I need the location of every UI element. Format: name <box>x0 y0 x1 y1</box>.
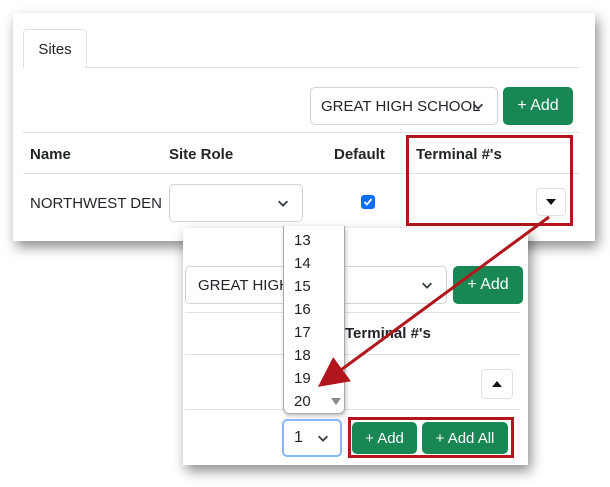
col-header-default: Default <box>334 146 385 163</box>
scroll-down-icon[interactable] <box>331 398 341 405</box>
school-select-value: GREAT HIGH SCHOOL <box>321 97 481 115</box>
dropdown-option[interactable]: 14 <box>294 255 311 272</box>
highlight-terminals-column <box>406 135 573 226</box>
dropdown-option[interactable]: 20 <box>294 393 311 410</box>
chevron-down-icon <box>318 435 328 442</box>
header-divider <box>23 132 579 133</box>
default-checkbox[interactable] <box>361 195 375 209</box>
row-divider <box>185 354 520 355</box>
terminal-number-value: 1 <box>294 429 303 446</box>
site-name: NORTHWEST DEN <box>30 195 162 212</box>
tab-sites[interactable]: Sites <box>23 29 87 68</box>
row-divider <box>185 409 520 410</box>
terminal-number-select[interactable]: 1 <box>282 419 342 457</box>
tab-sites-label: Sites <box>38 40 72 58</box>
header-divider <box>185 312 520 313</box>
tab-divider <box>85 67 579 68</box>
chevron-down-icon <box>278 200 288 207</box>
dropdown-option[interactable]: 13 <box>294 232 311 249</box>
terminal-number-dropdown[interactable]: 13 14 15 16 17 18 19 20 <box>283 226 345 414</box>
chevron-down-icon <box>422 282 432 289</box>
terminals-collapse-button[interactable] <box>481 369 513 399</box>
col-header-terminals: Terminal #'s <box>345 325 431 342</box>
highlight-add-buttons <box>348 417 514 458</box>
check-icon <box>363 198 373 206</box>
school-select[interactable]: GREAT HIGH SCHOOL <box>310 87 498 125</box>
site-role-select[interactable] <box>169 184 303 222</box>
add-site-label: + Add <box>467 276 509 293</box>
dropdown-option[interactable]: 19 <box>294 370 311 387</box>
dropdown-option[interactable]: 18 <box>294 347 311 364</box>
add-site-button[interactable]: + Add <box>503 87 573 125</box>
add-site-label: + Add <box>517 97 559 114</box>
col-header-site-role: Site Role <box>169 146 234 163</box>
col-header-name: Name <box>30 146 71 163</box>
caret-up-icon <box>492 381 502 387</box>
chevron-down-icon <box>473 103 483 110</box>
dropdown-option[interactable]: 17 <box>294 324 311 341</box>
dropdown-option[interactable]: 16 <box>294 301 311 318</box>
school-select-value: GREAT HIGH <box>198 276 290 294</box>
add-site-button[interactable]: + Add <box>453 266 523 304</box>
dropdown-option[interactable]: 15 <box>294 278 311 295</box>
